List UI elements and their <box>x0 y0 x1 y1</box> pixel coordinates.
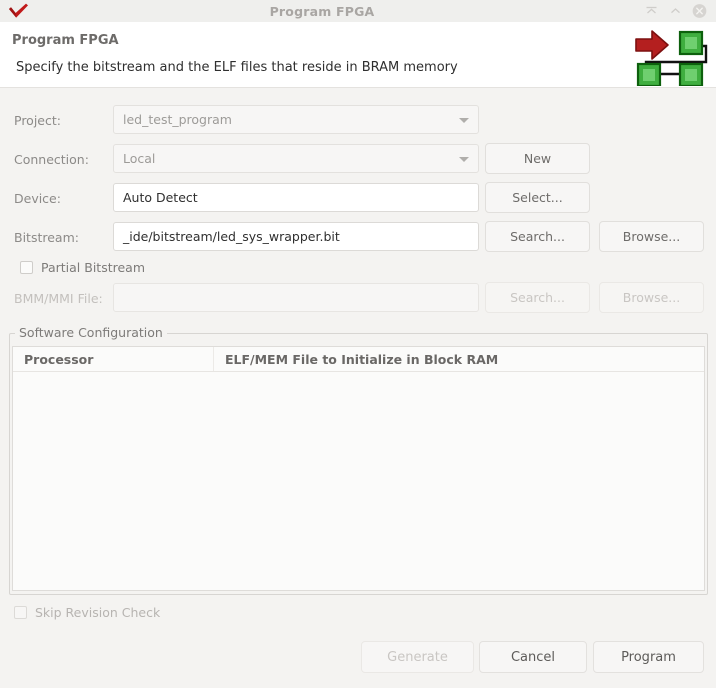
fpga-chain-icon <box>635 30 708 88</box>
table-body[interactable] <box>13 372 704 590</box>
device-select-button[interactable]: Select... <box>485 182 590 213</box>
skip-revision-check-row[interactable]: Skip Revision Check <box>14 605 160 620</box>
header-title: Program FPGA <box>12 33 119 48</box>
bitstream-search-button[interactable]: Search... <box>485 221 590 252</box>
header-subtitle: Specify the bitstream and the ELF files … <box>16 60 458 75</box>
project-label: Project: <box>14 113 61 128</box>
window-title: Program FPGA <box>269 3 375 19</box>
connection-value: Local <box>123 151 156 166</box>
bitstream-value: _ide/bitstream/led_sys_wrapper.bit <box>123 229 340 244</box>
chevron-down-icon <box>459 156 469 162</box>
generate-button: Generate <box>361 641 474 673</box>
cancel-button[interactable]: Cancel <box>479 641 587 673</box>
dialog-header: Program FPGA Specify the bitstream and t… <box>0 22 716 88</box>
bmm-mmi-search-button: Search... <box>485 282 590 313</box>
window-controls <box>644 4 716 19</box>
software-configuration-title: Software Configuration <box>15 325 167 340</box>
program-button[interactable]: Program <box>593 641 704 673</box>
software-configuration-table[interactable]: Processor ELF/MEM File to Initialize in … <box>12 346 705 591</box>
new-connection-button[interactable]: New <box>485 143 590 174</box>
table-header-row: Processor ELF/MEM File to Initialize in … <box>13 347 704 372</box>
device-label: Device: <box>14 191 61 206</box>
maximize-button[interactable] <box>668 4 683 19</box>
device-input[interactable]: Auto Detect <box>113 183 479 212</box>
connection-combobox[interactable]: Local <box>113 144 479 173</box>
bmm-mmi-browse-button: Browse... <box>599 282 704 313</box>
bmm-mmi-input <box>113 283 479 312</box>
bitstream-browse-button[interactable]: Browse... <box>599 221 704 252</box>
connection-label: Connection: <box>14 152 89 167</box>
minimize-icon <box>646 6 657 13</box>
column-header-processor[interactable]: Processor <box>13 347 214 371</box>
skip-revision-check-checkbox[interactable] <box>14 606 27 619</box>
project-combobox[interactable]: led_test_program <box>113 105 479 134</box>
chevron-up-icon <box>671 7 680 13</box>
partial-bitstream-row[interactable]: Partial Bitstream <box>20 260 145 275</box>
bitstream-input[interactable]: _ide/bitstream/led_sys_wrapper.bit <box>113 222 479 251</box>
column-header-elf-mem-file[interactable]: ELF/MEM File to Initialize in Block RAM <box>214 347 704 371</box>
partial-bitstream-checkbox[interactable] <box>20 261 33 274</box>
close-button[interactable] <box>692 4 707 19</box>
chevron-down-icon <box>459 117 469 123</box>
titlebar: Program FPGA <box>0 0 716 22</box>
bmm-mmi-label: BMM/MMI File: <box>14 291 103 306</box>
header-logo <box>634 24 710 89</box>
project-value: led_test_program <box>123 112 232 127</box>
partial-bitstream-label: Partial Bitstream <box>41 260 146 275</box>
skip-revision-check-label: Skip Revision Check <box>35 605 161 620</box>
close-circle-icon <box>692 4 707 18</box>
device-value: Auto Detect <box>123 190 198 205</box>
minimize-button[interactable] <box>644 4 659 19</box>
bitstream-label: Bitstream: <box>14 230 79 245</box>
